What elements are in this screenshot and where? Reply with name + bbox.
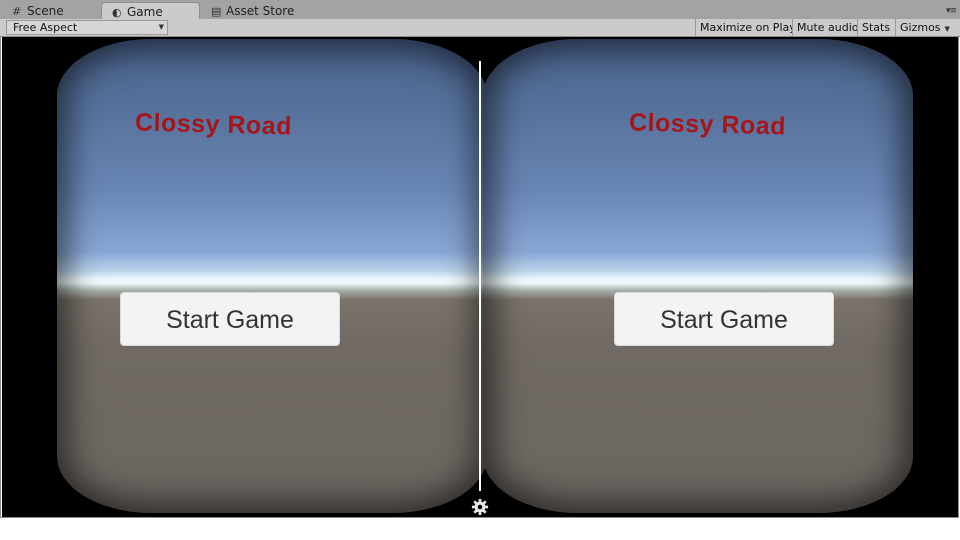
tab-asset-store-label: Asset Store	[226, 4, 295, 18]
mute-audio-label: Mute audio	[797, 21, 859, 34]
eye-divider-line	[479, 61, 481, 491]
stats-button[interactable]: Stats	[857, 19, 895, 36]
tab-game-label: Game	[127, 5, 163, 19]
chevron-down-icon: ▼	[944, 25, 950, 33]
maximize-on-play-button[interactable]: Maximize on Play	[695, 19, 800, 36]
aspect-dropdown-label: Free Aspect	[13, 21, 78, 34]
left-eye-view: Clossy Road Start Game	[57, 39, 487, 513]
start-game-button[interactable]: Start Game	[120, 292, 340, 346]
gizmos-label: Gizmos	[900, 21, 941, 34]
maximize-on-play-label: Maximize on Play	[700, 21, 796, 34]
game-view-toolbar: Free Aspect ▼ Maximize on Play Mute audi…	[0, 19, 960, 37]
chevron-down-icon: ▼	[158, 23, 164, 31]
stats-label: Stats	[862, 21, 891, 34]
gizmos-dropdown[interactable]: Gizmos ▼	[895, 19, 954, 36]
game-title: Clossy Road	[134, 108, 293, 141]
aspect-dropdown[interactable]: Free Aspect ▼	[6, 20, 168, 35]
right-eye-view: Clossy Road Start Game	[483, 39, 913, 513]
gear-icon[interactable]	[471, 498, 489, 516]
mute-audio-button[interactable]: Mute audio	[792, 19, 863, 36]
tab-game[interactable]: ◐ Game	[101, 2, 200, 20]
game-title: Clossy Road	[628, 108, 787, 141]
tab-menu-icon[interactable]: ▾≡	[946, 6, 957, 16]
tab-scene[interactable]: # Scene	[2, 2, 100, 19]
editor-tab-bar: # Scene ◐ Game ▤ Asset Store ▾≡	[0, 0, 960, 20]
tab-asset-store[interactable]: ▤ Asset Store	[201, 2, 311, 19]
start-game-button[interactable]: Start Game	[614, 292, 834, 346]
game-view-viewport[interactable]: Clossy Road Start Game Clossy Road Start…	[2, 37, 958, 517]
tab-scene-label: Scene	[27, 4, 64, 18]
